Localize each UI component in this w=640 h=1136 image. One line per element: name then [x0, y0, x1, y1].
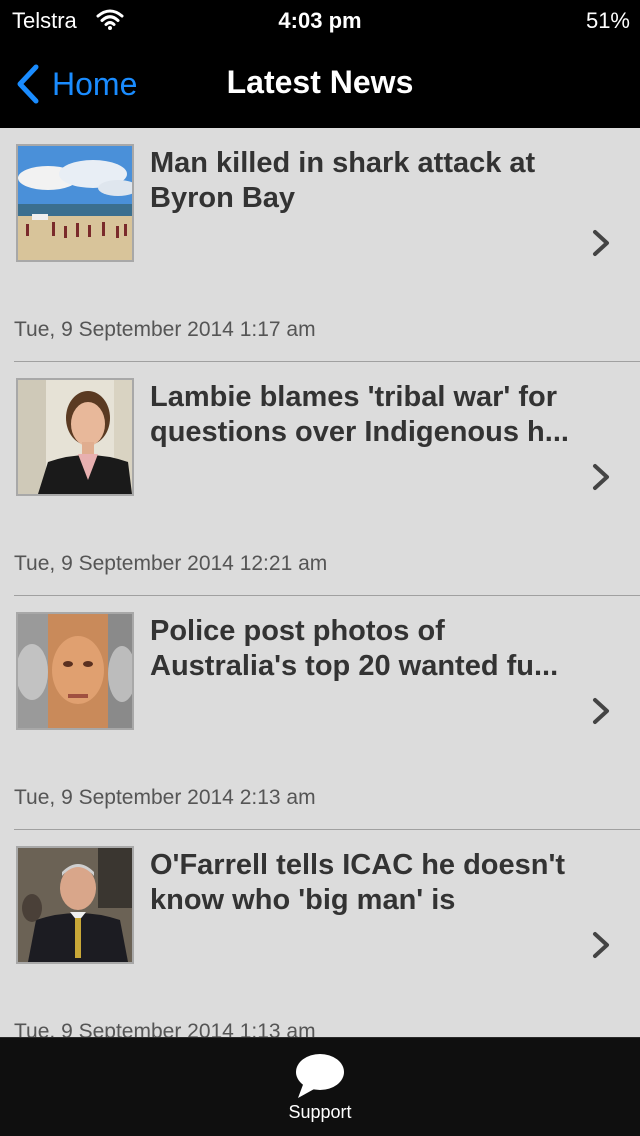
article-thumbnail	[16, 846, 134, 964]
page-title: Latest News	[226, 64, 414, 100]
article-date: Tue, 9 September 2014 1:17 am	[14, 318, 316, 341]
chevron-right-icon	[593, 698, 609, 724]
news-list-item[interactable]: Police post photos of Australia's top 20…	[0, 596, 640, 830]
article-headline: Man killed in shark attack at Byron Bay	[150, 147, 536, 214]
article-headline: Lambie blames 'tribal war' for questions…	[150, 381, 569, 448]
battery-percentage: 51%	[585, 8, 630, 33]
article-date: Tue, 9 September 2014 12:21 am	[14, 552, 328, 575]
beach-photo	[18, 146, 132, 260]
article-thumbnail	[16, 612, 134, 730]
status-bar: Telstra 4:03 pm 51%	[0, 0, 640, 40]
tab-bar: Support	[0, 1037, 640, 1136]
mugshots-photo	[18, 614, 132, 728]
chevron-right-icon	[593, 230, 609, 256]
article-date: Tue, 9 September 2014 1:13 am	[14, 1020, 316, 1037]
tab-support-label: Support	[288, 1102, 352, 1122]
chevron-right-icon	[593, 464, 609, 490]
news-list-item[interactable]: O'Farrell tells ICAC he doesn't know who…	[0, 830, 640, 1037]
article-thumbnail	[16, 144, 134, 262]
news-list-item[interactable]: Lambie blames 'tribal war' for questions…	[0, 362, 640, 596]
article-thumbnail	[16, 378, 134, 496]
tab-support[interactable]: Support	[270, 1048, 370, 1133]
news-list-item[interactable]: Man killed in shark attack at Byron Bay …	[0, 128, 640, 362]
article-date: Tue, 9 September 2014 2:13 am	[14, 786, 316, 809]
speech-bubble-icon	[296, 1054, 344, 1098]
navigation-bar: Home Latest News	[0, 40, 640, 128]
article-headline: O'Farrell tells ICAC he doesn't know who…	[150, 849, 566, 916]
woman-portrait-photo	[18, 380, 132, 494]
article-headline: Police post photos of Australia's top 20…	[150, 615, 559, 682]
chevron-right-icon	[593, 932, 609, 958]
man-in-suit-photo	[18, 848, 132, 962]
news-list[interactable]: Man killed in shark attack at Byron Bay …	[0, 128, 640, 1037]
clock: 4:03 pm	[278, 8, 362, 33]
